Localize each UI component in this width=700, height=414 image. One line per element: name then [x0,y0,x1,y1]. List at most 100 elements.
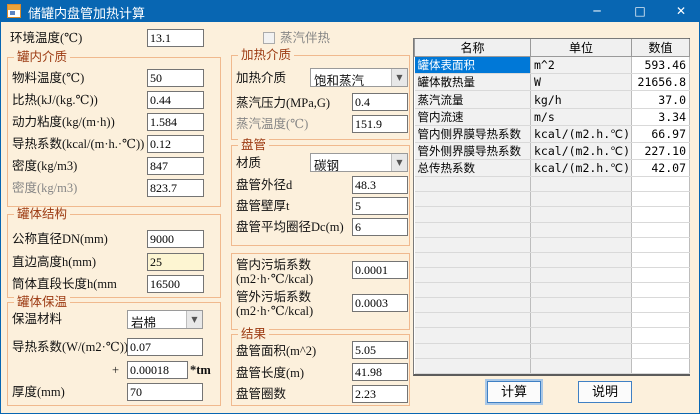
cell-value[interactable]: 3.34 [631,108,690,126]
conductivity-label: 导热系数(kcal/(m·h.·℃)) [12,137,145,151]
viscosity-input[interactable] [147,113,204,131]
coil-od-label: 盘管外径d [236,178,293,192]
table-row: 罐体表面积 m^2 593.46 [414,56,690,75]
coil-ring-dia-input[interactable] [352,218,408,236]
coil-material-combo[interactable]: 碳钢 ▼ [310,153,408,172]
outer-fouling-unit: (m2·h·℃/kcal) [236,304,314,318]
density2-input[interactable] [147,179,204,197]
cell-name[interactable]: 管内侧界膜导热系数 [414,125,531,143]
table-row: 管内侧界膜导热系数 kcal/(m2.h.℃) 66.97 [414,125,690,143]
coil-material-value: 碳钢 [314,159,340,171]
straight-height-input[interactable] [147,253,204,271]
minimize-button[interactable]: ─ [582,0,612,22]
coil-od-input[interactable] [352,176,408,194]
coil-turns-input[interactable] [352,385,408,403]
group-tank-insulation-title: 罐体保温 [14,295,71,309]
coil-area-input[interactable] [352,341,408,359]
cell-name[interactable]: 管内流速 [414,108,531,126]
cell-name[interactable]: 总传热系数 [414,159,531,178]
col-header-name: 名称 [414,39,531,58]
heating-medium-combo[interactable]: 饱和蒸汽 ▼ [310,68,408,87]
cell-value[interactable]: 21656.8 [631,73,690,92]
close-button[interactable]: ✕ [666,0,696,22]
cell-unit[interactable]: kcal/(m2.h.℃) [530,159,632,178]
specific-heat-input[interactable] [147,91,204,109]
calculate-button[interactable]: 计算 [487,381,541,403]
density-label: 密度(kg/m3) [12,159,78,173]
outer-fouling-label: 管外污垢系数 [236,290,312,304]
ambient-temp-label: 环境温度(℃) [10,31,83,45]
cell-unit[interactable]: kcal/(m2.h.℃) [530,125,632,143]
inner-fouling-input[interactable] [352,261,408,279]
steam-trace-checkbox[interactable] [263,32,275,44]
ambient-temp-input[interactable] [147,29,204,47]
table-row-empty [414,206,690,223]
table-row-empty [414,267,690,284]
inner-fouling-unit: (m2·h·℃/kcal) [236,272,314,286]
material-temp-input[interactable] [147,69,204,87]
insulation-material-combo[interactable]: 岩棉 ▼ [127,310,203,329]
group-results-title: 结果 [238,327,270,341]
chevron-down-icon[interactable]: ▼ [391,154,407,171]
cell-value[interactable]: 593.46 [631,56,690,75]
insulation-material-label: 保温材料 [12,312,63,326]
results-table: 名称 单位 数值 罐体表面积 m^2 593.46 罐体散热量 W 21656.… [413,38,690,376]
coil-length-input[interactable] [352,363,408,381]
conductivity-input[interactable] [147,135,204,153]
table-row-empty [414,358,690,375]
steam-pressure-input[interactable] [352,93,408,111]
app-icon [7,4,21,18]
cell-name[interactable]: 管外侧界膜导热系数 [414,142,531,161]
cell-value[interactable]: 66.97 [631,125,690,143]
nominal-diameter-input[interactable] [147,230,204,248]
table-row-empty [414,327,690,344]
shell-length-label: 筒体直段长度h(mm [12,277,117,291]
nominal-diameter-label: 公称直径DN(mm) [12,232,108,246]
density-input[interactable] [147,157,204,175]
coil-material-label: 材质 [236,156,262,170]
specific-heat-label: 比热(kJ/(kg.℃)) [12,93,98,107]
insulation-slope-input[interactable] [127,361,188,379]
insulation-conductivity-input[interactable] [127,338,203,356]
cell-value[interactable]: 42.07 [631,159,690,178]
coil-turns-label: 盘管圈数 [236,387,287,401]
viscosity-label: 动力粘度(kg/(m·h)) [12,115,115,129]
app-window: 储罐内盘管加热计算 ─ □ ✕ 环境温度(℃) 蒸汽伴热 罐内介质 物料温度(℃… [0,0,700,414]
title-bar[interactable]: 储罐内盘管加热计算 ─ □ ✕ [0,0,700,22]
cell-unit[interactable]: m^2 [530,56,632,75]
cell-unit[interactable]: W [530,73,632,92]
chevron-down-icon[interactable]: ▼ [391,69,407,86]
coil-wall-input[interactable] [352,197,408,215]
insulation-thickness-label: 厚度(mm) [12,385,65,399]
cell-unit[interactable]: m/s [530,108,632,126]
table-row-empty [414,252,690,268]
shell-length-input[interactable] [147,275,204,293]
chevron-down-icon[interactable]: ▼ [186,311,202,328]
steam-temp-label: 蒸汽温度(℃) [236,117,309,131]
group-tank-structure-title: 罐体结构 [14,207,71,221]
coil-length-label: 盘管长度(m) [236,366,305,380]
cell-unit[interactable]: kg/h [530,90,632,109]
cell-name[interactable]: 罐体散热量 [414,73,531,92]
table-row: 蒸汽流量 kg/h 37.0 [414,90,690,109]
steam-temp-input[interactable] [352,115,408,133]
cell-value[interactable]: 227.10 [631,142,690,161]
table-row: 总传热系数 kcal/(m2.h.℃) 42.07 [414,159,690,178]
outer-fouling-input[interactable] [352,294,408,312]
straight-height-label: 直边高度h(mm) [12,255,97,269]
table-row-empty [414,282,690,299]
cell-name[interactable]: 罐体表面积 [414,56,531,75]
insulation-thickness-input[interactable] [127,383,203,401]
heating-medium-label: 加热介质 [236,71,287,85]
table-row-empty [414,237,690,253]
table-row-empty [414,297,690,314]
cell-name[interactable]: 蒸汽流量 [414,90,531,109]
cell-value[interactable]: 37.0 [631,90,690,109]
slope-suffix-label: *tm [190,363,211,377]
maximize-button[interactable]: □ [625,0,655,22]
steam-trace-label: 蒸汽伴热 [280,31,331,45]
coil-ring-dia-label: 盘管平均圈径Dc(m) [236,220,344,234]
help-button[interactable]: 说明 [578,381,632,403]
group-tank-medium-title: 罐内介质 [14,50,71,64]
cell-unit[interactable]: kcal/(m2.h.℃) [530,142,632,161]
